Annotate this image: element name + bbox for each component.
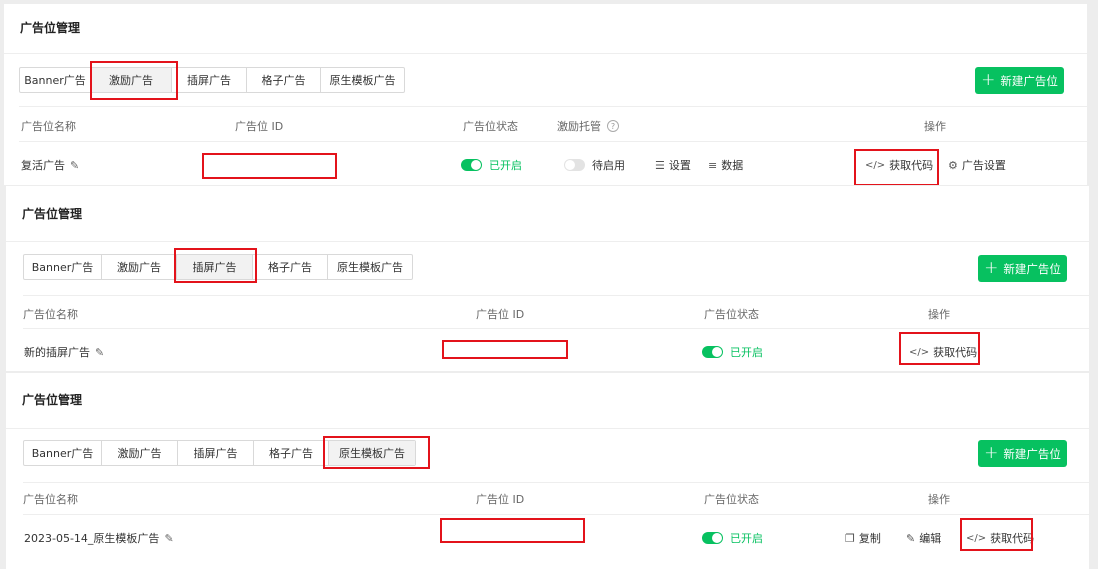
pencil-icon[interactable]: ✎ — [70, 159, 79, 172]
col-header-status: 广告位状态 — [463, 120, 518, 133]
tab-rewarded[interactable]: 激励广告 — [102, 441, 178, 465]
page-title: 广告位管理 — [22, 393, 83, 407]
plus-icon: + — [984, 443, 999, 463]
status-text: 已开启 — [730, 532, 763, 545]
ad-slot-name: 2023-05-14_原生模板广告 ✎ — [24, 530, 178, 546]
tab-interstitial[interactable]: 插屏广告 — [172, 68, 247, 92]
divider — [23, 328, 1089, 329]
status-toggle[interactable]: 已开启 — [461, 157, 522, 173]
col-header-hosting: 激励托管 ? — [557, 118, 619, 134]
new-ad-slot-button[interactable]: + 新建广告位 — [978, 255, 1067, 282]
get-code-highlight — [854, 149, 939, 185]
tab-grid[interactable]: 格子广告 — [247, 68, 321, 92]
status-text: 已开启 — [730, 346, 763, 359]
panel-rewarded: 广告位管理 Banner广告 激励广告 插屏广告 格子广告 原生模板广告 + 新… — [4, 4, 1087, 185]
ad-slot-name-text: 2023-05-14_原生模板广告 — [24, 532, 160, 545]
col-header-status: 广告位状态 — [704, 308, 759, 321]
active-tab-highlight — [174, 248, 257, 283]
hosting-toggle[interactable]: 待启用 — [564, 157, 625, 173]
col-header-id: 广告位 ID — [235, 120, 284, 133]
data-link[interactable]: ≡ 数据 — [708, 157, 743, 173]
tab-grid[interactable]: 格子广告 — [253, 255, 328, 279]
toggle-switch-icon — [702, 532, 723, 544]
ad-settings-link[interactable]: ⚙ 广告设置 — [948, 157, 1006, 173]
ad-slot-name: 复活广告 ✎ — [21, 157, 83, 173]
ad-slot-id-redacted — [442, 340, 568, 359]
divider — [6, 241, 1089, 242]
ad-slot-name-text: 新的插屏广告 — [24, 346, 90, 359]
get-code-highlight — [899, 332, 980, 365]
pencil-icon[interactable]: ✎ — [164, 532, 173, 545]
tab-grid[interactable]: 格子广告 — [254, 441, 329, 465]
col-header-name: 广告位名称 — [21, 120, 76, 133]
pencil-icon: ✎ — [906, 531, 916, 545]
tab-rewarded[interactable]: 激励广告 — [102, 255, 177, 279]
divider — [6, 428, 1089, 429]
active-tab-highlight — [90, 61, 178, 100]
ad-slot-name-text: 复活广告 — [21, 159, 65, 172]
plus-icon: + — [981, 70, 996, 90]
new-ad-slot-button[interactable]: + 新建广告位 — [978, 440, 1067, 467]
tab-native-template[interactable]: 原生模板广告 — [328, 255, 412, 279]
data-link-label: 数据 — [721, 159, 744, 172]
col-header-status: 广告位状态 — [704, 493, 759, 506]
ad-settings-label: 广告设置 — [961, 159, 1006, 172]
toggle-switch-icon — [564, 159, 585, 171]
status-toggle[interactable]: 已开启 — [702, 344, 763, 360]
sliders-icon: ☰ — [655, 158, 665, 172]
new-ad-slot-button[interactable]: + 新建广告位 — [975, 67, 1064, 94]
settings-link[interactable]: ☰ 设置 — [655, 157, 691, 173]
status-text: 已开启 — [489, 159, 522, 172]
col-header-name: 广告位名称 — [23, 493, 78, 506]
edit-link-label: 编辑 — [919, 532, 942, 545]
page-title: 广告位管理 — [22, 207, 83, 221]
ad-slot-id-redacted — [202, 153, 337, 179]
divider — [23, 295, 1089, 296]
copy-link[interactable]: ❐ 复制 — [845, 530, 881, 546]
toggle-switch-icon — [702, 346, 723, 358]
new-ad-slot-label: 新建广告位 — [1003, 446, 1061, 461]
col-header-ops: 操作 — [928, 308, 950, 321]
new-ad-slot-label: 新建广告位 — [1000, 73, 1058, 88]
tab-banner[interactable]: Banner广告 — [24, 441, 102, 465]
gear-icon: ⚙ — [948, 158, 958, 172]
hosting-status-text: 待启用 — [592, 159, 625, 172]
settings-link-label: 设置 — [668, 159, 691, 172]
page-title: 广告位管理 — [20, 21, 81, 35]
pencil-icon[interactable]: ✎ — [95, 346, 104, 359]
divider — [4, 53, 1087, 54]
divider — [23, 514, 1089, 515]
ad-slot-name: 新的插屏广告 ✎ — [24, 344, 108, 360]
divider — [19, 106, 1087, 107]
new-ad-slot-label: 新建广告位 — [1003, 261, 1061, 276]
tab-native-template[interactable]: 原生模板广告 — [321, 68, 404, 92]
toggle-switch-icon — [461, 159, 482, 171]
get-code-highlight — [960, 518, 1033, 551]
panel-native-template: 广告位管理 Banner广告 激励广告 插屏广告 格子广告 原生模板广告 + 新… — [6, 373, 1089, 569]
active-tab-highlight — [323, 436, 430, 469]
col-header-ops: 操作 — [928, 493, 950, 506]
col-header-id: 广告位 ID — [476, 493, 525, 506]
plus-icon: + — [984, 258, 999, 278]
divider — [19, 141, 1087, 142]
copy-icon: ❐ — [845, 531, 855, 545]
edit-link[interactable]: ✎ 编辑 — [906, 530, 941, 546]
ad-slot-id-redacted — [440, 518, 585, 543]
status-toggle[interactable]: 已开启 — [702, 530, 763, 546]
panel-interstitial: 广告位管理 Banner广告 激励广告 插屏广告 格子广告 原生模板广告 + 新… — [6, 186, 1089, 371]
ad-type-tabs: Banner广告 激励广告 插屏广告 格子广告 原生模板广告 — [19, 67, 405, 93]
copy-link-label: 复制 — [858, 532, 881, 545]
tab-interstitial[interactable]: 插屏广告 — [178, 441, 254, 465]
tab-banner[interactable]: Banner广告 — [20, 68, 91, 92]
tab-banner[interactable]: Banner广告 — [24, 255, 102, 279]
hosting-header-label: 激励托管 — [557, 120, 601, 133]
divider — [23, 482, 1089, 483]
col-header-name: 广告位名称 — [23, 308, 78, 321]
col-header-ops: 操作 — [924, 120, 946, 133]
list-icon: ≡ — [708, 158, 718, 172]
col-header-id: 广告位 ID — [476, 308, 525, 321]
help-icon[interactable]: ? — [607, 120, 619, 132]
